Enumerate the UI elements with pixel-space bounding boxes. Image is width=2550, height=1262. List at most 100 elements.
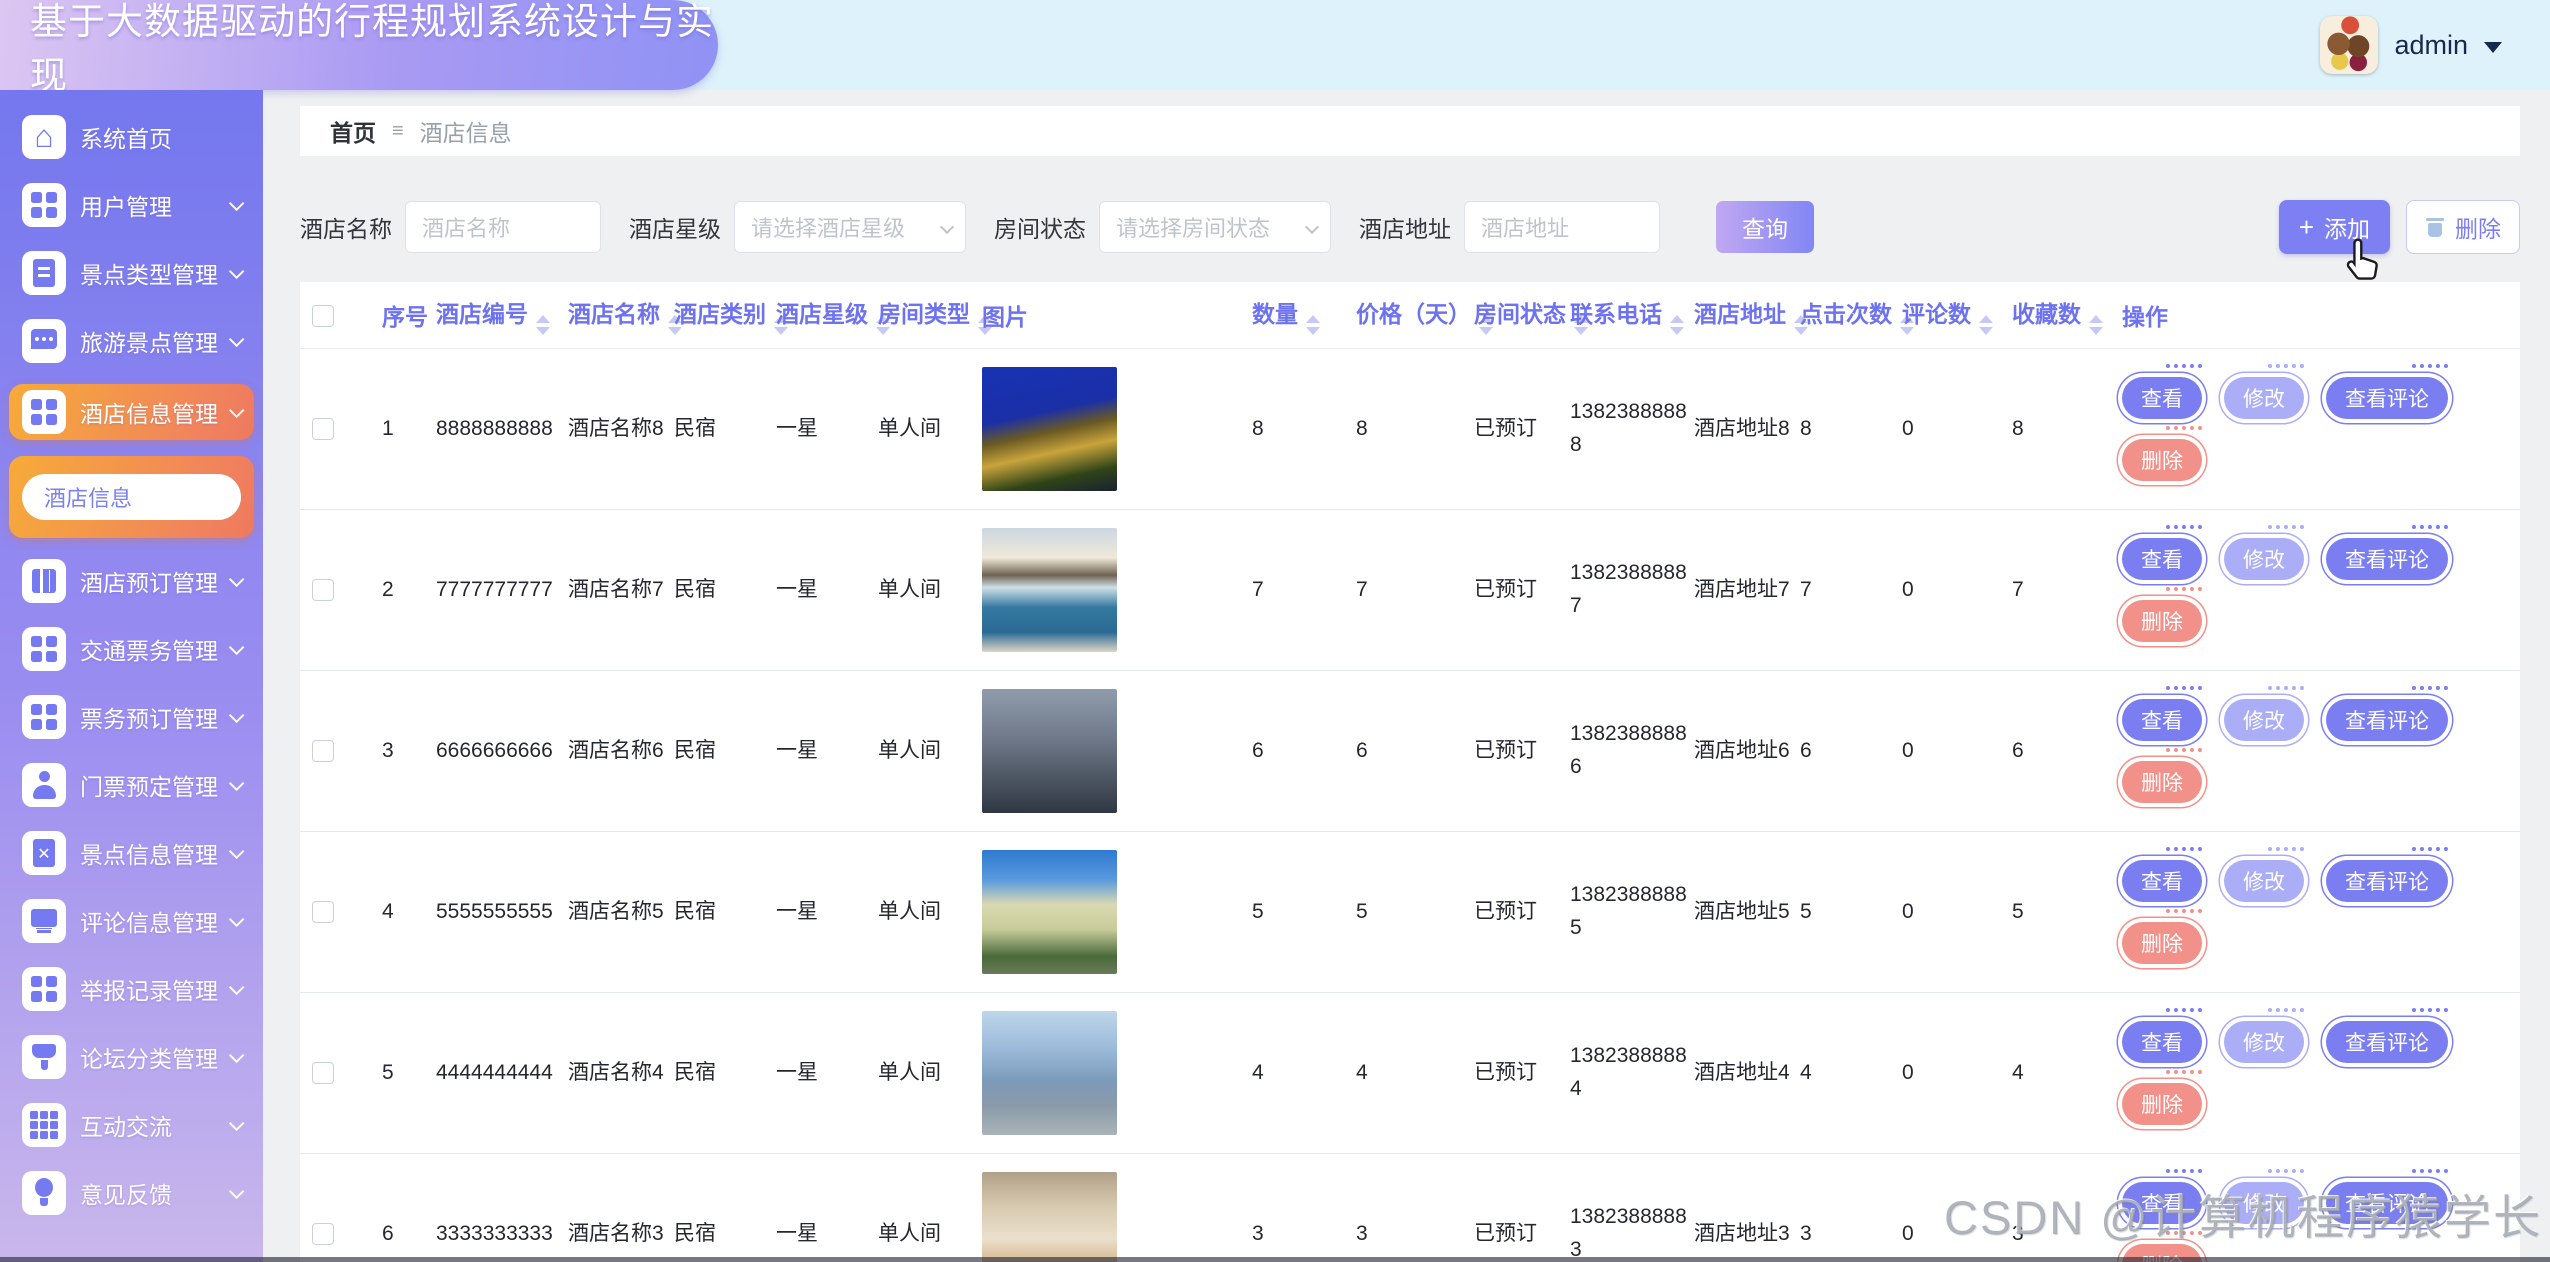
row-delete-button[interactable]: 删除 [2122,761,2202,803]
view-comments-button[interactable]: 查看评论 [2326,538,2448,580]
sidebar-item-label: 旅游景点管理 [80,324,218,358]
sidebar-item[interactable]: 旅游景点管理 [9,316,254,366]
sidebar-item[interactable]: 景点类型管理 [9,248,254,298]
column-label: 房间类型 [878,301,970,327]
grid9-icon [22,1103,66,1147]
hotel-star-select[interactable]: 请选择酒店星级 [734,201,966,253]
sidebar-item[interactable]: 酒店信息管理 [9,384,254,440]
view-button[interactable]: 查看 [2122,860,2202,902]
sort-control[interactable] [1306,315,1320,335]
category-cell: 民宿 [674,510,776,671]
delete-button[interactable]: 删除 [2406,200,2520,254]
row-delete-button[interactable]: 删除 [2122,600,2202,642]
sidebar-subitem[interactable]: 酒店信息 [22,474,241,520]
room-status-select[interactable]: 请选择房间状态 [1099,201,1331,253]
sidebar-item-label: 用户管理 [80,188,172,222]
sort-down-icon [1306,327,1320,335]
sidebar-item-label: 评论信息管理 [80,904,218,938]
row-delete-button[interactable]: 删除 [2122,922,2202,964]
view-comments-button[interactable]: 查看评论 [2326,860,2448,902]
sidebar-item[interactable]: 互动交流 [9,1100,254,1150]
row-checkbox[interactable] [312,418,334,440]
add-button[interactable]: + 添加 [2279,200,2390,254]
view-comments-button[interactable]: 查看评论 [2326,699,2448,741]
row-checkbox[interactable] [312,740,334,762]
view-button[interactable]: 查看 [2122,377,2202,419]
glass-towers-photo[interactable] [982,1011,1117,1135]
sidebar-item-label: 票务预订管理 [80,700,218,734]
sort-control[interactable] [536,315,550,335]
row-checkbox[interactable] [312,1223,334,1245]
hotel-name-cell: 酒店名称6 [568,671,674,832]
column-label: 酒店名称 [568,301,660,327]
view-comments-button[interactable]: 查看评论 [2326,1021,2448,1063]
search-button[interactable]: 查询 [1716,201,1814,253]
skyscraper-photo[interactable] [982,689,1117,813]
edit-button[interactable]: 修改 [2224,538,2304,580]
row-checkbox[interactable] [312,1062,334,1084]
row-select-cell [300,349,368,510]
sort-control[interactable] [2089,315,2103,335]
row-checkbox[interactable] [312,901,334,923]
select-all-checkbox[interactable] [312,305,334,327]
hotel-address-input[interactable]: 酒店地址 [1464,201,1660,253]
row-checkbox[interactable] [312,579,334,601]
app-title-banner: 基于大数据驱动的行程规划系统设计与实现 [0,0,718,90]
actions-cell: 查看修改查看评论删除 [2122,993,2520,1154]
view-button[interactable]: 查看 [2122,1021,2202,1063]
brush-icon [22,1035,66,1079]
hotel-address-label: 酒店地址 [1359,210,1451,244]
plus-icon: + [2299,214,2314,240]
chevron-down-icon [229,843,245,859]
view-comments-button[interactable]: 查看评论 [2326,377,2448,419]
app-title: 基于大数据驱动的行程规划系统设计与实现 [30,0,718,99]
hotel-star-label: 酒店星级 [629,210,721,244]
view-button[interactable]: 查看 [2122,538,2202,580]
hotel-building-photo[interactable] [982,850,1117,974]
index-cell: 4 [368,832,436,993]
action-buttons: 查看修改查看评论删除 [2122,1011,2494,1135]
chevron-down-icon [229,775,245,791]
row-delete-button[interactable]: 删除 [2122,1083,2202,1125]
sidebar-item[interactable]: 评论信息管理 [9,896,254,946]
chandelier-photo[interactable] [982,1172,1117,1262]
price-cell: 7 [1356,510,1474,671]
quantity-cell: 8 [1252,349,1356,510]
user-avatar[interactable] [2320,16,2378,74]
user-name: admin [2394,30,2468,61]
sidebar-item[interactable]: 酒店预订管理 [9,556,254,606]
trash-icon [2425,216,2445,238]
sidebar-item[interactable]: 景点信息管理 [9,828,254,878]
resort-pool-photo[interactable] [982,528,1117,652]
hotel-name-cell: 酒店名称7 [568,510,674,671]
clicks-cell: 5 [1800,832,1902,993]
hotel-name-cell: 酒店名称5 [568,832,674,993]
column-label: 收藏数 [2012,301,2081,327]
sidebar-item[interactable]: 意见反馈 [9,1168,254,1218]
hotel-id-cell: 7777777777 [436,510,568,671]
edit-button[interactable]: 修改 [2224,699,2304,741]
sort-control[interactable] [1670,315,1684,335]
table-row: 27777777777酒店名称7民宿一星单人间77已预订13823888887酒… [300,510,2520,671]
breadcrumb-home[interactable]: 首页 [330,114,376,148]
sidebar-item[interactable]: 用户管理 [9,180,254,230]
edit-button[interactable]: 修改 [2224,1021,2304,1063]
user-menu[interactable]: admin [2320,0,2502,90]
hotel-name-input[interactable]: 酒店名称 [405,201,601,253]
sort-control[interactable] [1979,315,1993,335]
sidebar-item[interactable]: 交通票务管理 [9,624,254,674]
price-cell: 5 [1356,832,1474,993]
view-button[interactable]: 查看 [2122,699,2202,741]
sidebar-item[interactable]: 论坛分类管理 [9,1032,254,1082]
sidebar-item[interactable]: 系统首页 [9,112,254,162]
edit-button[interactable]: 修改 [2224,860,2304,902]
room-status-cell: 已预订 [1474,993,1570,1154]
address-cell: 酒店地址6 [1694,671,1800,832]
night-resort-photo[interactable] [982,367,1117,491]
sidebar-item[interactable]: 门票预定管理 [9,760,254,810]
sidebar-item[interactable]: 举报记录管理 [9,964,254,1014]
sidebar-item[interactable]: 票务预订管理 [9,692,254,742]
row-delete-button[interactable]: 删除 [2122,439,2202,481]
column-header: 酒店编号 [436,282,568,349]
edit-button[interactable]: 修改 [2224,377,2304,419]
